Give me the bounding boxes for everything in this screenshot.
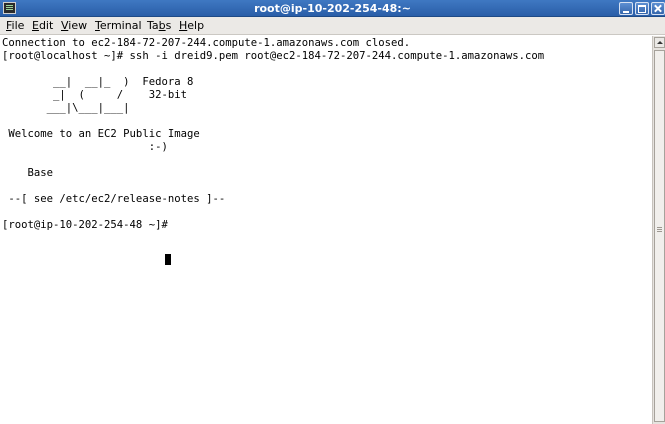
menu-view-label: iew [68,19,88,32]
menu-bar: File Edit View Terminal Tabs Help [0,17,665,35]
scroll-up-arrow-icon[interactable] [654,37,665,48]
terminal-line: __| __|_ ) Fedora 8 [2,76,194,88]
scrollbar-thumb[interactable] [654,50,665,422]
terminal-line: --[ see /etc/ec2/release-notes ]-- [2,193,226,205]
terminal-line: Connection to ec2-184-72-207-244.compute… [2,37,411,49]
terminal-line: _| ( / 32-bit [2,89,187,101]
menu-edit[interactable]: Edit [31,17,54,35]
terminal-line: [root@localhost ~]# ssh -i dreid9.pem ro… [2,50,545,62]
menu-file[interactable]: File [5,17,25,35]
vertical-scrollbar[interactable] [652,36,665,424]
title-bar: root@ip-10-202-254-48:~ [0,0,665,17]
terminal-line: ___|\___|___| [2,102,130,114]
terminal-line: Base [2,167,54,179]
menu-tabs[interactable]: Tabs [146,17,172,35]
terminal-line: :-) [2,141,168,153]
close-icon[interactable] [651,2,665,15]
terminal-line: Welcome to an EC2 Public Image [2,128,200,140]
menu-terminal-label: erminal [99,19,142,32]
menu-tabs-label: Tabs [147,19,172,32]
window-title: root@ip-10-202-254-48:~ [254,2,411,15]
terminal-prompt: [root@ip-10-202-254-48 ~]# [2,219,175,231]
maximize-icon[interactable] [635,2,649,15]
terminal-output[interactable]: Connection to ec2-184-72-207-244.compute… [0,36,652,424]
menu-terminal[interactable]: Terminal [94,17,143,35]
terminal-icon[interactable] [3,2,16,14]
text-cursor [165,254,171,265]
menu-view[interactable]: View [60,17,88,35]
menu-edit-label: dit [38,19,54,32]
minimize-icon[interactable] [619,2,633,15]
menu-file-label: ile [11,19,25,32]
menu-help-label: elp [187,19,205,32]
menu-help[interactable]: Help [178,17,205,35]
